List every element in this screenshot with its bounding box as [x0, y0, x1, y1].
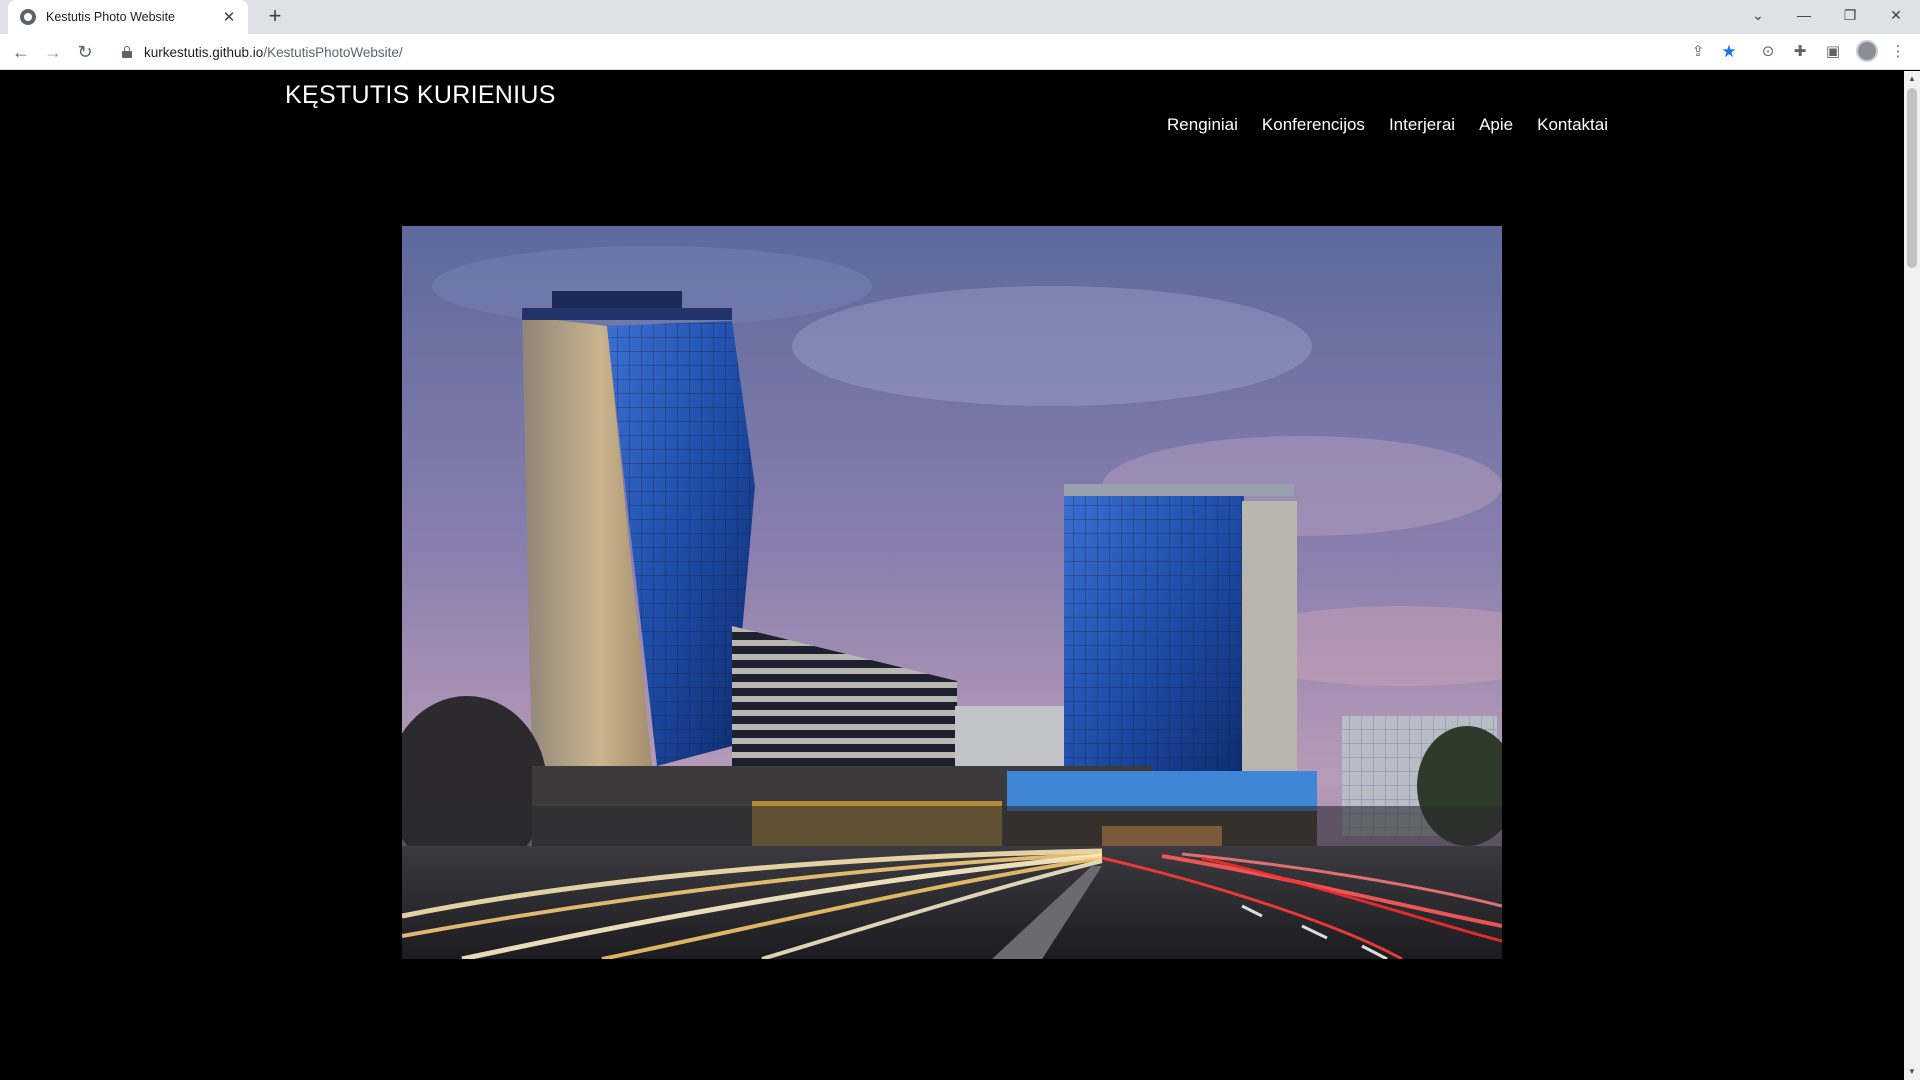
hero-photo — [402, 226, 1502, 959]
forward-arrow-icon[interactable]: → — [40, 39, 66, 65]
browser-toolbar: ← → ↻ kurkestutis.github.io/KestutisPhot… — [0, 34, 1920, 70]
url-text: kurkestutis.github.io/KestutisPhotoWebsi… — [144, 45, 403, 60]
reload-icon[interactable]: ↻ — [72, 39, 98, 65]
url-host: kurkestutis.github.io — [144, 44, 264, 60]
nav-apie[interactable]: Apie — [1479, 115, 1513, 135]
address-bar[interactable]: kurkestutis.github.io/KestutisPhotoWebsi… — [108, 38, 1748, 66]
screen-capture-icon[interactable]: ⊙ — [1758, 42, 1778, 62]
share-icon[interactable]: ⇪ — [1688, 42, 1708, 62]
web-page: KĘSTUTIS KURIENIUS Renginiai Konferencij… — [0, 71, 1904, 1080]
nav-konferencijos[interactable]: Konferencijos — [1262, 115, 1365, 135]
globe-icon — [20, 9, 36, 25]
site-nav: Renginiai Konferencijos Interjerai Apie … — [1167, 115, 1608, 135]
nav-kontaktai[interactable]: Kontaktai — [1537, 115, 1608, 135]
restore-icon[interactable]: ❐ — [1828, 0, 1872, 34]
scroll-up-icon[interactable]: ▲ — [1904, 71, 1920, 87]
kebab-menu-icon[interactable]: ⋮ — [1888, 42, 1908, 62]
nav-interjerai[interactable]: Interjerai — [1389, 115, 1455, 135]
scroll-thumb[interactable] — [1907, 88, 1917, 268]
minimize-icon[interactable]: — — [1782, 0, 1826, 34]
url-path: /KestutisPhotoWebsite/ — [263, 44, 403, 60]
chevron-down-icon[interactable]: ⌄ — [1736, 0, 1780, 34]
avatar[interactable] — [1856, 40, 1878, 62]
tab-strip: Kestutis Photo Website ✕ + ⌄ — ❐ ✕ — [0, 0, 1920, 34]
back-arrow-icon[interactable]: ← — [8, 39, 34, 65]
scrollbar[interactable]: ▲ ▼ — [1904, 71, 1920, 1080]
close-window-icon[interactable]: ✕ — [1874, 0, 1918, 34]
browser-tab[interactable]: Kestutis Photo Website ✕ — [8, 0, 248, 34]
site-title[interactable]: KĘSTUTIS KURIENIUS — [285, 81, 556, 110]
tab-title: Kestutis Photo Website — [46, 10, 176, 24]
plus-icon[interactable]: + — [262, 4, 288, 30]
close-icon[interactable]: ✕ — [220, 8, 238, 26]
lock-icon — [122, 46, 132, 58]
nav-renginiai[interactable]: Renginiai — [1167, 115, 1238, 135]
puzzle-icon[interactable]: ✚ — [1790, 42, 1810, 62]
side-panel-icon[interactable]: ▣ — [1823, 42, 1843, 62]
scroll-down-icon[interactable]: ▼ — [1904, 1064, 1920, 1080]
star-icon[interactable]: ★ — [1719, 42, 1739, 62]
